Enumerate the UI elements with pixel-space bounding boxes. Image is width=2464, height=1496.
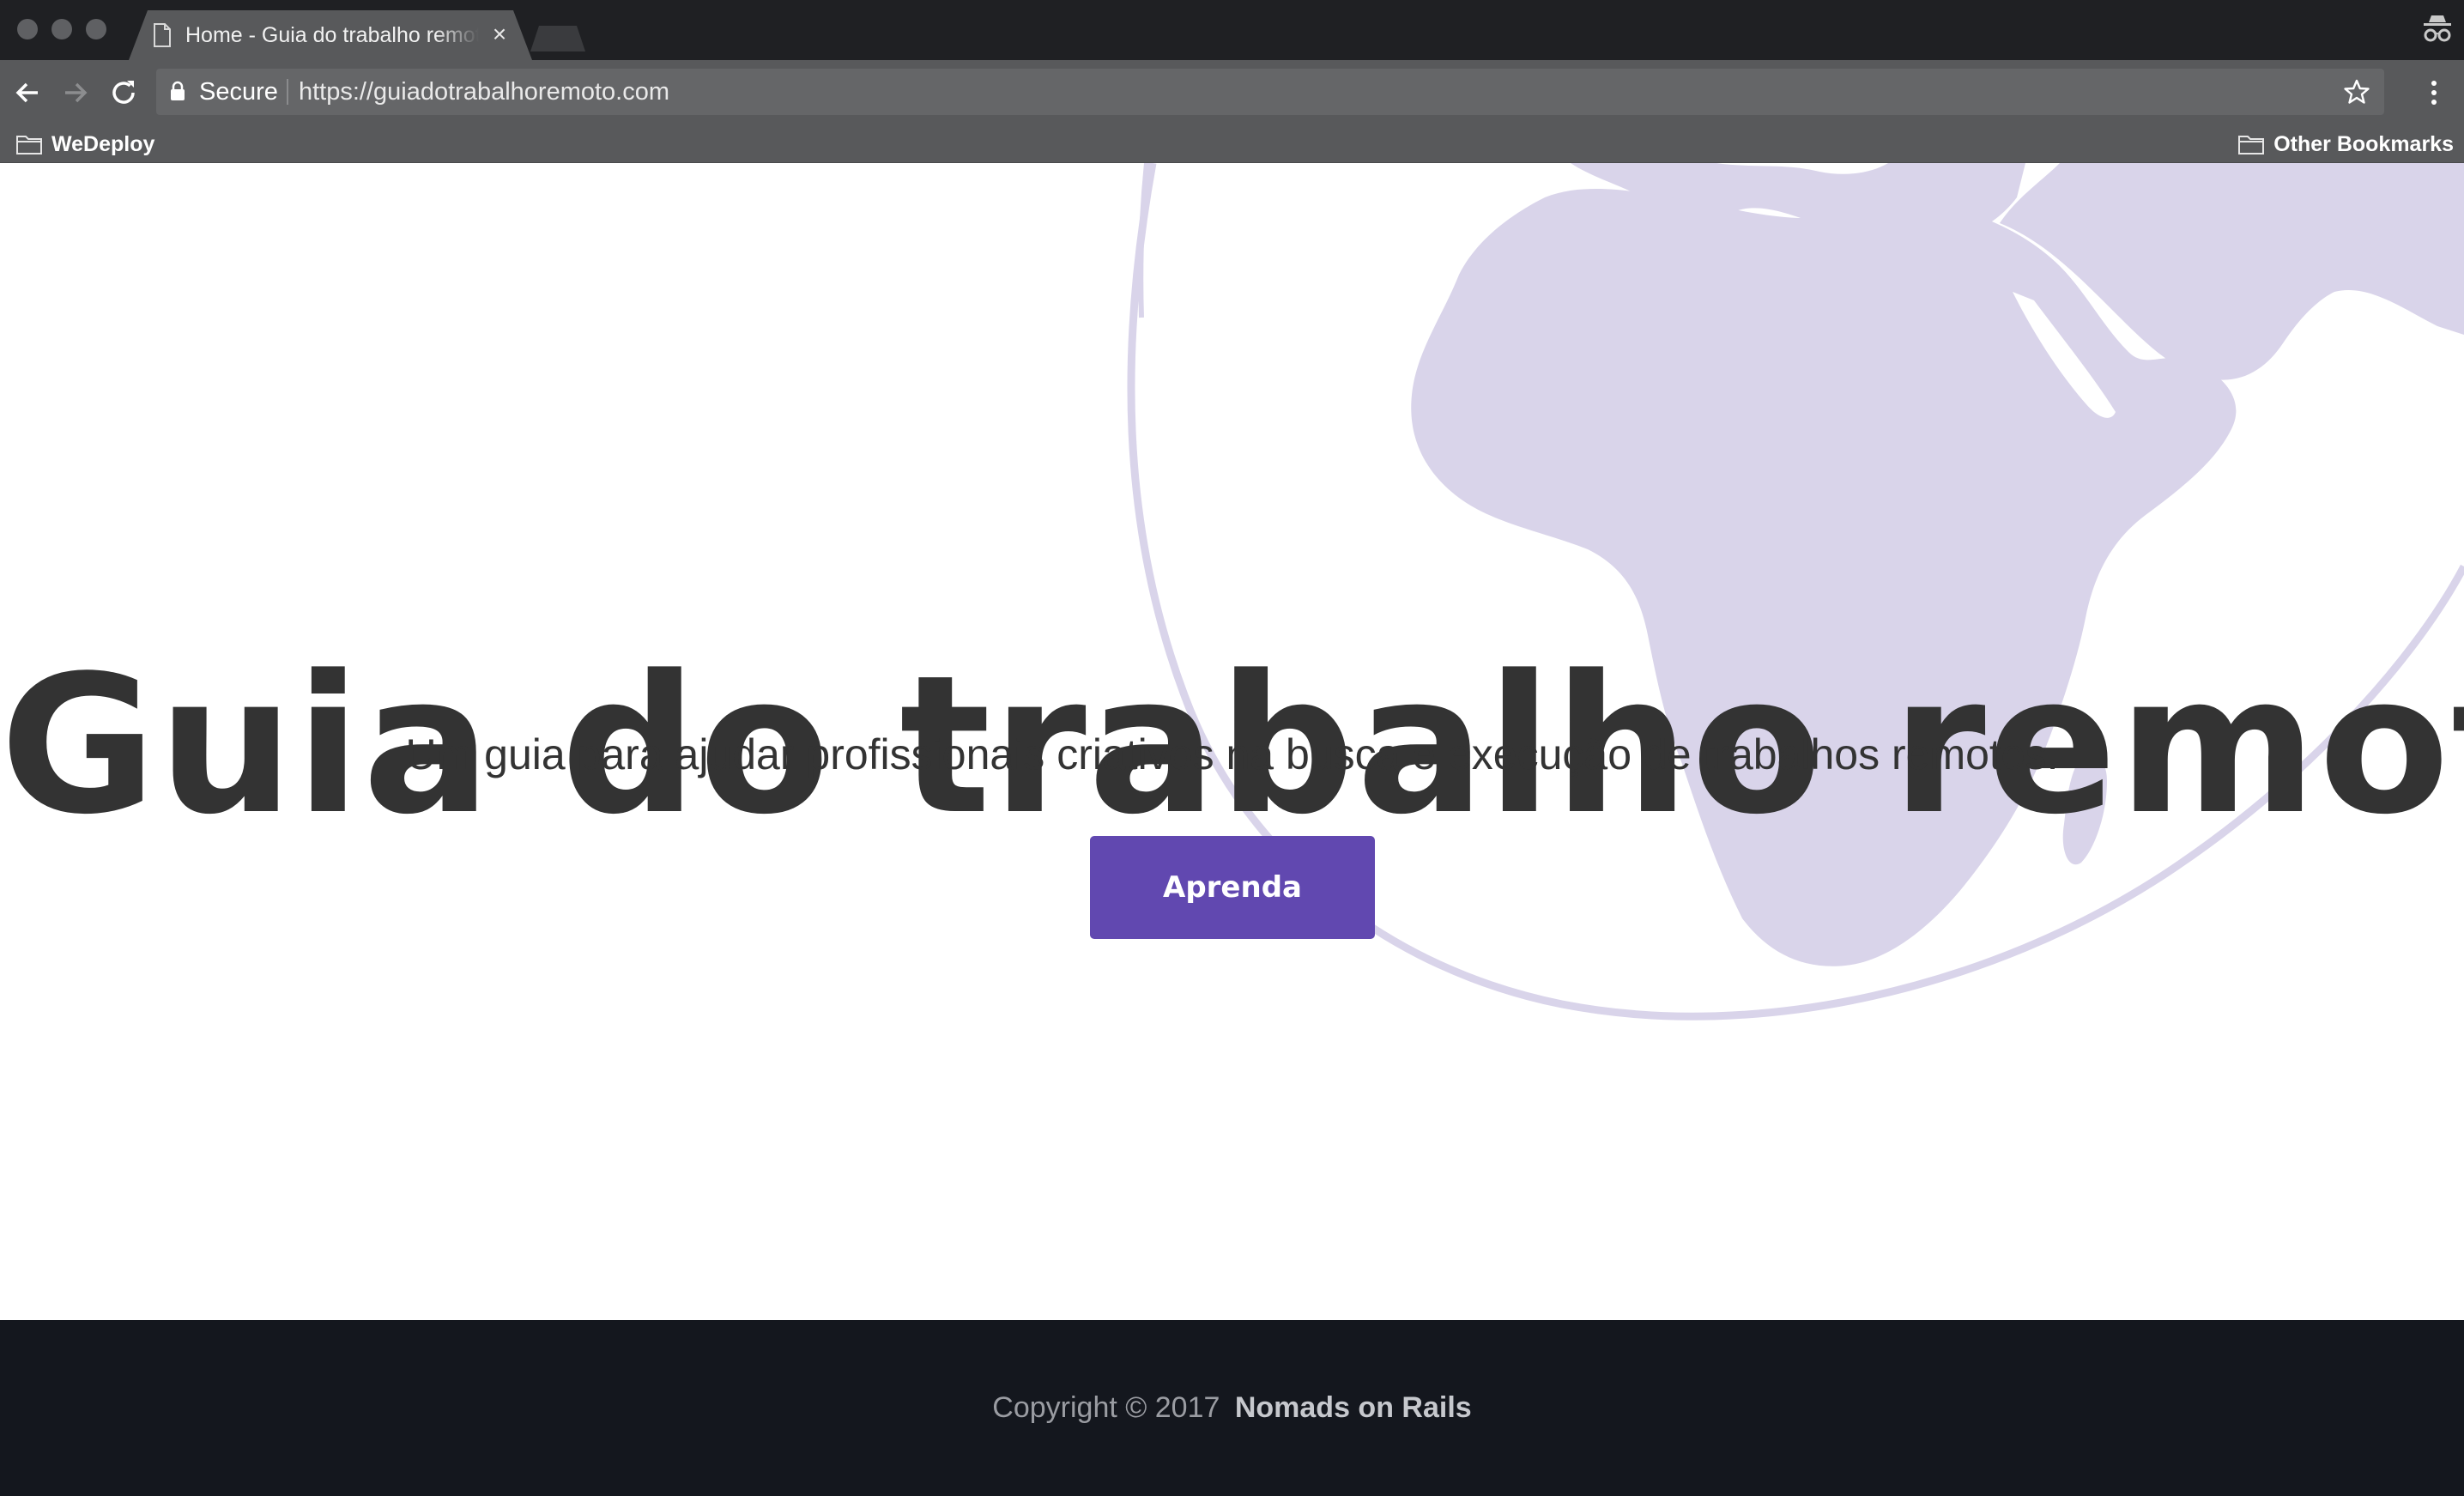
more-menu-icon[interactable] xyxy=(2425,76,2443,110)
bookmark-folder-other[interactable]: Other Bookmarks xyxy=(2237,125,2454,163)
new-tab-button[interactable] xyxy=(530,26,585,51)
window-zoom-dot[interactable] xyxy=(86,19,106,39)
browser-titlebar: Home - Guia do trabalho remoto × xyxy=(0,0,2464,60)
forward-arrow-icon[interactable] xyxy=(58,76,93,110)
address-bar[interactable]: Secure https://guiadotrabalhoremoto.com xyxy=(156,69,2384,115)
page-subtitle: Um guia para ajudar profissionais criati… xyxy=(405,730,2059,778)
incognito-icon xyxy=(2424,15,2451,42)
footer-copyright: Copyright © 2017 Nomads on Rails xyxy=(992,1391,1471,1425)
tab-title: Home - Guia do trabalho remoto xyxy=(185,23,479,47)
window-minimize-dot[interactable] xyxy=(51,19,72,39)
bookmark-star-icon[interactable] xyxy=(2343,78,2370,106)
omnibox-divider xyxy=(287,79,288,105)
document-icon xyxy=(154,23,171,47)
bookmark-label: WeDeploy xyxy=(51,131,155,156)
url-text[interactable]: https://guiadotrabalhoremoto.com xyxy=(299,69,669,115)
back-arrow-icon[interactable] xyxy=(10,76,45,110)
window-close-dot[interactable] xyxy=(17,19,38,39)
tab-close-icon[interactable]: × xyxy=(487,22,512,46)
footer-brand-link[interactable]: Nomads on Rails xyxy=(1235,1391,1472,1424)
reload-icon[interactable] xyxy=(106,76,141,110)
folder-icon xyxy=(2238,136,2265,154)
bookmark-label: Other Bookmarks xyxy=(2273,131,2454,156)
browser-tab-active[interactable]: Home - Guia do trabalho remoto × xyxy=(129,10,532,60)
bookmark-folder-wedeploy[interactable]: WeDeploy xyxy=(15,125,154,163)
bookmarks-bar: WeDeploy Other Bookmarks xyxy=(0,125,2464,163)
aprenda-button[interactable]: Aprenda xyxy=(1090,836,1375,939)
page-content: Guia do trabalho remoto Um guia para aju… xyxy=(0,163,2464,1320)
site-footer: Copyright © 2017 Nomads on Rails xyxy=(0,1320,2464,1496)
secure-label: Secure xyxy=(199,78,278,106)
browser-toolbar: Secure https://guiadotrabalhoremoto.com xyxy=(0,60,2464,125)
folder-icon xyxy=(16,136,42,154)
lock-icon xyxy=(171,81,185,100)
copyright-text: Copyright © 2017 xyxy=(992,1391,1220,1424)
